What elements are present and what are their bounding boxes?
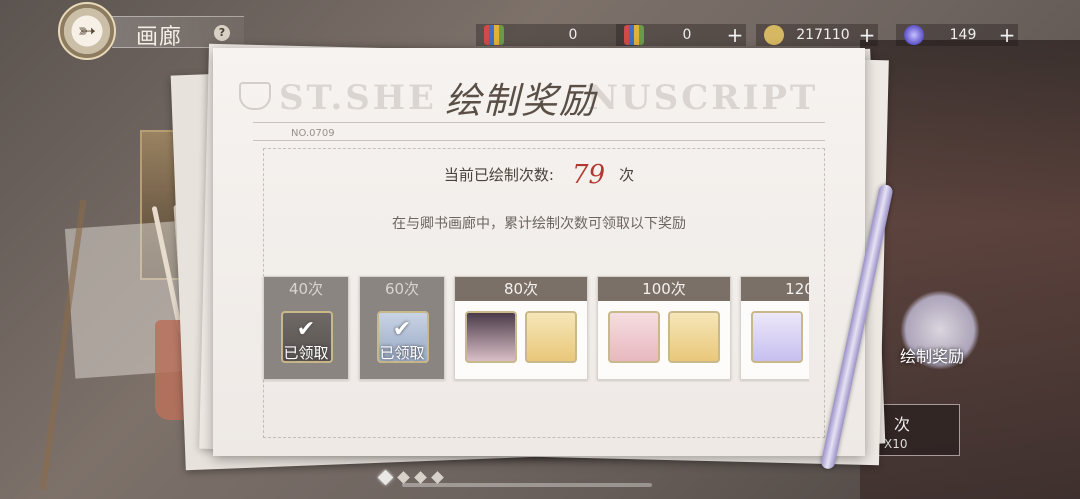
page-dot[interactable]: [431, 471, 444, 484]
reward-card-60[interactable]: 60次 ✔ 已领取: [359, 276, 445, 380]
check-icon: ✔: [296, 316, 316, 342]
books-icon: [484, 25, 504, 45]
resource-gems: 149 +: [896, 23, 1018, 47]
divider: [253, 122, 825, 123]
page-dot[interactable]: [414, 471, 427, 484]
books-icon: [624, 25, 644, 45]
draw-count-unit: 次: [619, 166, 635, 184]
add-books-button[interactable]: +: [724, 23, 746, 47]
resource-value: 149: [949, 27, 977, 43]
check-icon: ✔: [392, 316, 412, 342]
page-title: 画廊: [136, 25, 183, 50]
resource-value: 217110: [796, 27, 850, 43]
reward-list[interactable]: 40次 ✔ 已领取 60次 ✔ 已领取 80次 100次 12: [261, 274, 809, 382]
reward-tier: 40次: [264, 277, 348, 301]
claimed-label: 已领取: [283, 343, 329, 362]
divider: [253, 140, 825, 141]
reward-card-120[interactable]: 120次: [740, 276, 809, 380]
resource-gold: 217110 +: [756, 23, 878, 47]
reward-description: 在与卿书画廊中，累计绘制次数可领取以下奖励: [392, 216, 686, 232]
crest-icon: [239, 82, 271, 110]
shop-icon[interactable]: [525, 311, 577, 363]
reward-tier: 60次: [360, 277, 444, 301]
page-dot[interactable]: [397, 471, 410, 484]
add-gold-button[interactable]: +: [856, 23, 878, 47]
reward-tier: 80次: [455, 277, 587, 301]
page-dot-active[interactable]: [377, 469, 394, 486]
add-gems-button[interactable]: +: [996, 23, 1018, 47]
gift-box-icon[interactable]: [608, 311, 660, 363]
reward-card-100[interactable]: 100次: [597, 276, 731, 380]
draw-reward-entry-label: 绘制奖励: [900, 347, 965, 366]
reward-card-80[interactable]: 80次: [454, 276, 588, 380]
resource-value: 0: [682, 27, 692, 43]
back-button[interactable]: ➳: [58, 2, 116, 60]
portrait-icon[interactable]: [465, 311, 517, 363]
gem-icon: [904, 25, 924, 45]
bunny-icon[interactable]: [751, 311, 803, 363]
reward-tier: 100次: [598, 277, 730, 301]
claimed-overlay: ✔ 已领取: [264, 301, 348, 381]
quill-icon: ➳: [77, 18, 97, 44]
resource-books-2: 0 +: [616, 23, 746, 47]
draw-ten-label: 次: [894, 415, 911, 434]
shop-icon[interactable]: [668, 311, 720, 363]
page-indicator: [377, 469, 444, 486]
help-icon[interactable]: ?: [214, 25, 230, 41]
gold-icon: [764, 25, 784, 45]
draw-count-row: 当前已绘制次数: 79 次: [213, 160, 865, 190]
reward-card-40[interactable]: 40次 ✔ 已领取: [263, 276, 349, 380]
pager-track: [402, 483, 652, 487]
document-number: NO.0709: [291, 128, 335, 139]
draw-ten-count: X10: [884, 437, 908, 451]
draw-count-label: 当前已绘制次数:: [443, 166, 554, 184]
claimed-label: 已领取: [379, 343, 425, 362]
panel-title: 绘制奖励: [445, 81, 598, 122]
claimed-overlay: ✔ 已领取: [360, 301, 444, 381]
draw-reward-panel: ST.SHE NUSCRIPT 绘制奖励 NO.0709 当前已绘制次数: 79 次 …: [213, 48, 865, 456]
reward-tier: 120次: [741, 277, 809, 301]
resource-books-1: 0: [476, 24, 636, 46]
draw-count-value: 79: [571, 160, 606, 190]
